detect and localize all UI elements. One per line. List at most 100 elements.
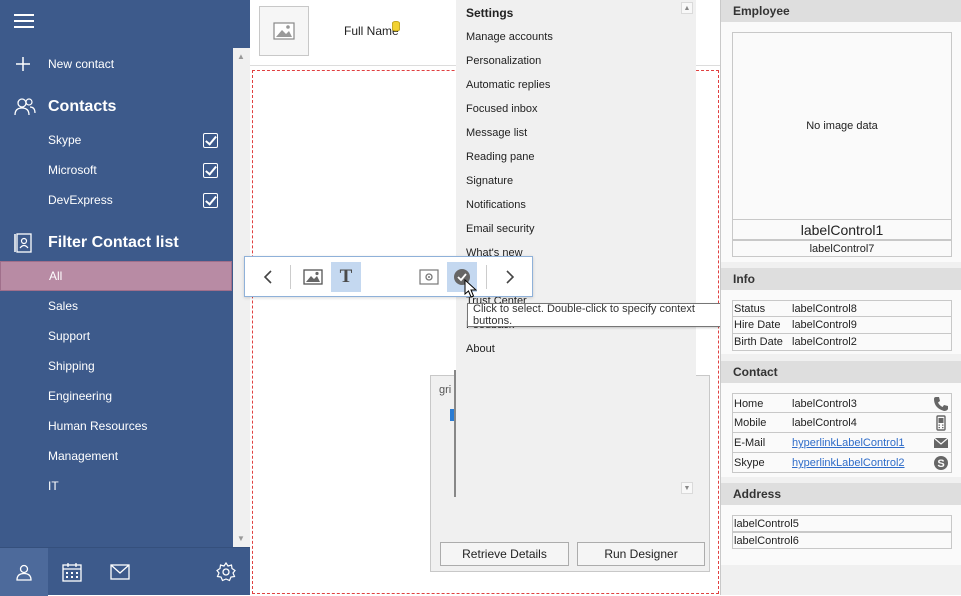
skype-icon[interactable]: S bbox=[933, 455, 949, 471]
filter-item-it[interactable]: IT bbox=[0, 471, 232, 501]
filter-item-management[interactable]: Management bbox=[0, 441, 232, 471]
filter-item-label: Management bbox=[48, 449, 119, 463]
mail-icon[interactable] bbox=[96, 548, 144, 596]
filter-item-label: IT bbox=[48, 479, 59, 493]
mobile-icon[interactable] bbox=[933, 415, 949, 431]
label-control-1: labelControl1 bbox=[732, 219, 952, 240]
filter-item-support[interactable]: Support bbox=[0, 321, 232, 351]
people-icon bbox=[14, 98, 36, 116]
nav-scrollbar[interactable]: ▲ ▼ bbox=[233, 48, 250, 548]
menu-item-message-list[interactable]: Message list bbox=[466, 127, 527, 139]
chevron-right-icon[interactable] bbox=[495, 262, 525, 292]
navigation-pane: New contact Contacts Skype Microsoft Dev… bbox=[0, 0, 250, 596]
plus-icon bbox=[16, 57, 30, 71]
employee-section: No image data labelControl1 labelControl… bbox=[721, 22, 961, 262]
photo-placeholder[interactable] bbox=[259, 6, 309, 56]
scroll-up-icon[interactable]: ▲ bbox=[681, 2, 693, 14]
menu-item-automatic-replies[interactable]: Automatic replies bbox=[466, 79, 550, 91]
checkbox[interactable] bbox=[203, 133, 218, 148]
phone-icon[interactable] bbox=[933, 396, 949, 412]
contact-row-email: E-Mail hyperlinkLabelControl1 bbox=[732, 433, 952, 453]
scroll-up-icon[interactable]: ▲ bbox=[237, 52, 245, 61]
menu-heading: Settings bbox=[466, 6, 514, 20]
contact-source-microsoft[interactable]: Microsoft bbox=[0, 155, 232, 185]
filter-item-label: Engineering bbox=[48, 389, 113, 403]
scroll-down-icon[interactable]: ▼ bbox=[237, 534, 245, 543]
contact-source-skype[interactable]: Skype bbox=[0, 125, 232, 155]
info-key: Status bbox=[734, 303, 766, 315]
svg-text:S: S bbox=[937, 458, 944, 470]
contact-value: labelControl4 bbox=[792, 417, 857, 429]
filter-item-label: Human Resources bbox=[48, 419, 148, 433]
image-icon[interactable] bbox=[298, 262, 328, 292]
menu-item-email-security[interactable]: Email security bbox=[466, 223, 534, 235]
menu-item-focused-inbox[interactable]: Focused inbox bbox=[466, 103, 538, 115]
filter-item-sales[interactable]: Sales bbox=[0, 291, 232, 321]
image-icon bbox=[273, 22, 295, 40]
filter-heading-text: Filter Contact list bbox=[48, 234, 179, 251]
menu-item-reading-pane[interactable]: Reading pane bbox=[466, 151, 535, 163]
info-key: Hire Date bbox=[734, 319, 781, 331]
employee-photo[interactable]: No image data bbox=[732, 32, 952, 220]
nav-bottom-bar bbox=[0, 547, 250, 596]
contact-key: E-Mail bbox=[734, 437, 766, 449]
info-section: Status labelControl8 Hire Date labelCont… bbox=[721, 290, 961, 354]
info-value: labelControl8 bbox=[792, 303, 857, 315]
chevron-left-icon[interactable] bbox=[253, 262, 283, 292]
info-value: labelControl9 bbox=[792, 319, 857, 331]
settings-icon[interactable] bbox=[414, 262, 444, 292]
calendar-icon[interactable] bbox=[48, 548, 96, 596]
text-icon[interactable]: T bbox=[331, 262, 361, 292]
menu-scrollbar[interactable]: ▲ ▼ bbox=[678, 0, 696, 497]
filter-item-human-resources[interactable]: Human Resources bbox=[0, 411, 232, 441]
contact-heading: Contact bbox=[721, 361, 961, 383]
contact-value: labelControl3 bbox=[792, 398, 857, 410]
info-key: Birth Date bbox=[734, 336, 783, 348]
email-link[interactable]: hyperlinkLabelControl1 bbox=[792, 437, 905, 449]
new-contact-button[interactable]: New contact bbox=[0, 49, 232, 79]
context-toolbar: T bbox=[244, 256, 533, 297]
filter-item-all[interactable]: All bbox=[0, 261, 232, 291]
menu-item-about[interactable]: About bbox=[466, 343, 495, 355]
contact-key: Home bbox=[734, 398, 764, 410]
address-line-2: labelControl6 bbox=[732, 532, 952, 549]
menu-item-signature[interactable]: Signature bbox=[466, 175, 513, 187]
info-row: Birth Date labelControl2 bbox=[732, 334, 952, 351]
checkbox[interactable] bbox=[203, 163, 218, 178]
scroll-down-icon[interactable]: ▼ bbox=[681, 482, 693, 494]
info-heading: Info bbox=[721, 268, 961, 290]
address-line-1: labelControl5 bbox=[732, 515, 952, 532]
contact-section: Home labelControl3 Mobile labelControl4 … bbox=[721, 383, 961, 477]
filter-item-label: Sales bbox=[48, 299, 79, 313]
filter-item-label: All bbox=[49, 269, 63, 283]
contacts-heading: Contacts bbox=[14, 97, 116, 117]
gear-icon[interactable] bbox=[202, 548, 250, 596]
employee-panel: Employee No image data labelControl1 lab… bbox=[720, 0, 961, 595]
menu-item-personalization[interactable]: Personalization bbox=[466, 55, 541, 67]
menu-item-manage-accounts[interactable]: Manage accounts bbox=[466, 31, 553, 43]
info-row: Status labelControl8 bbox=[732, 300, 952, 317]
contact-row-skype: Skype hyperlinkLabelControl2 S bbox=[732, 453, 952, 473]
database-icon bbox=[392, 21, 400, 32]
contact-key: Mobile bbox=[734, 417, 767, 429]
info-row: Hire Date labelControl9 bbox=[732, 317, 952, 334]
contact-row-mobile: Mobile labelControl4 bbox=[732, 413, 952, 433]
retrieve-details-button[interactable]: Retrieve Details bbox=[440, 542, 569, 566]
full-name-label: Full Name bbox=[344, 24, 399, 38]
filter-item-engineering[interactable]: Engineering bbox=[0, 381, 232, 411]
contact-row-home: Home labelControl3 bbox=[732, 393, 952, 413]
checkbox[interactable] bbox=[203, 193, 218, 208]
contact-source-label: Microsoft bbox=[48, 163, 97, 177]
person-icon[interactable] bbox=[0, 548, 48, 596]
contact-source-label: Skype bbox=[48, 133, 82, 147]
skype-link[interactable]: hyperlinkLabelControl2 bbox=[792, 457, 905, 469]
menu-item-notifications[interactable]: Notifications bbox=[466, 199, 526, 211]
filter-item-label: Shipping bbox=[48, 359, 95, 373]
filter-item-shipping[interactable]: Shipping bbox=[0, 351, 232, 381]
run-designer-button[interactable]: Run Designer bbox=[577, 542, 705, 566]
contact-source-devexpress[interactable]: DevExpress bbox=[0, 185, 232, 215]
contact-card-icon bbox=[14, 233, 32, 253]
info-value: labelControl2 bbox=[792, 336, 857, 348]
mail-icon[interactable] bbox=[933, 435, 949, 451]
hamburger-menu-icon[interactable] bbox=[14, 14, 34, 30]
